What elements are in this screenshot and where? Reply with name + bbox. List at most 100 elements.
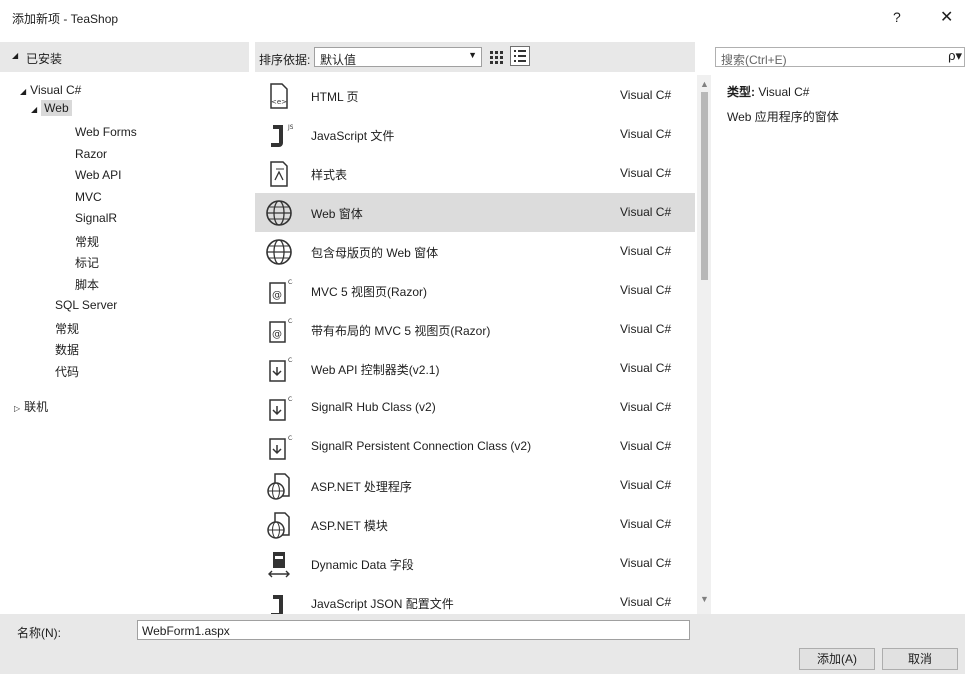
list-item[interactable]: JS JavaScript 文件 Visual C# — [255, 115, 695, 154]
expand-arrow-icon: ◢ — [31, 105, 38, 114]
tree-item-web[interactable]: ◢ Web — [31, 100, 72, 116]
scrollbar-thumb[interactable] — [701, 92, 708, 280]
item-name: Dynamic Data 字段 — [311, 558, 414, 572]
list-item[interactable]: JavaScript JSON 配置文件 Visual C# — [255, 583, 695, 614]
item-name: JavaScript 文件 — [311, 129, 395, 143]
tree-item-mvc[interactable]: MVC — [75, 190, 102, 204]
title-bar — [0, 0, 965, 36]
item-name: MVC 5 视图页(Razor) — [311, 285, 428, 299]
globe-icon — [266, 200, 292, 226]
list-item[interactable]: Dynamic Data 字段 Visual C# — [255, 544, 695, 583]
list-item[interactable]: Web 窗体 Visual C# — [255, 193, 695, 232]
type-value: Visual C# — [758, 85, 810, 99]
item-name: Web 窗体 — [311, 207, 363, 221]
template-category-tree — [0, 72, 249, 614]
item-language: Visual C# — [620, 439, 672, 453]
sort-label: 排序依据: — [259, 53, 311, 67]
type-info: 类型: Visual C# — [727, 83, 809, 100]
template-description: Web 应用程序的窗体 — [727, 110, 839, 124]
item-language: Visual C# — [620, 88, 672, 102]
javascript-file-icon: JS — [271, 124, 293, 147]
item-language: Visual C# — [620, 556, 672, 570]
list-item[interactable]: C# SignalR Hub Class (v2) Visual C# — [255, 388, 695, 427]
tree-item-general-csharp[interactable]: 常规 — [55, 320, 79, 337]
scroll-up-icon[interactable]: ▲ — [700, 79, 709, 89]
search-input[interactable]: 搜索(Ctrl+E) ρ▾ — [715, 47, 965, 67]
globe-page-icon — [267, 512, 290, 539]
collapse-arrow-icon: ▷ — [14, 404, 21, 413]
dropdown-arrow-icon: ▼ — [468, 50, 477, 60]
item-language: Visual C# — [620, 517, 672, 531]
tree-item-label: 联机 — [24, 400, 49, 414]
expand-arrow-icon: ◢ — [12, 51, 19, 60]
razor-view-icon: @ C# — [269, 318, 293, 343]
globe-page-icon — [267, 473, 290, 500]
item-language: Visual C# — [620, 244, 672, 258]
list-view-icon[interactable] — [510, 46, 530, 66]
svg-text:C#: C# — [288, 318, 293, 325]
item-name: SignalR Persistent Connection Class (v2) — [311, 439, 532, 453]
item-language: Visual C# — [620, 322, 672, 336]
tree-item-data[interactable]: 数据 — [55, 341, 79, 358]
close-button[interactable]: ✕ — [940, 7, 953, 27]
tree-item-web-forms[interactable]: Web Forms — [75, 125, 137, 139]
file-name-input[interactable]: WebForm1.aspx — [137, 620, 690, 640]
list-item[interactable]: ASP.NET 处理程序 Visual C# — [255, 466, 695, 505]
item-name: ASP.NET 模块 — [311, 519, 388, 533]
item-name: JavaScript JSON 配置文件 — [311, 597, 454, 611]
search-icon[interactable]: ρ▾ — [948, 48, 962, 64]
tree-item-general[interactable]: 常规 — [75, 233, 99, 250]
item-language: Visual C# — [620, 478, 672, 492]
add-button[interactable]: 添加(A) — [799, 648, 875, 670]
tree-item-sql-server[interactable]: SQL Server — [55, 298, 117, 312]
item-language: Visual C# — [620, 166, 672, 180]
cancel-button[interactable]: 取消 — [882, 648, 958, 670]
tree-item-visual-csharp[interactable]: ◢ Visual C# — [20, 83, 81, 97]
template-list: <e> HTML 页 Visual C# JS JavaScript 文件 Vi… — [255, 75, 695, 614]
tree-item-label: Web — [41, 100, 72, 116]
sort-dropdown[interactable]: 默认值 ▼ — [314, 47, 482, 67]
svg-text:JS: JS — [287, 124, 293, 131]
tree-item-online[interactable]: ▷ 联机 — [14, 398, 48, 415]
item-language: Visual C# — [620, 283, 672, 297]
list-item[interactable]: C# Web API 控制器类(v2.1) Visual C# — [255, 349, 695, 388]
item-language: Visual C# — [620, 595, 672, 609]
grid-view-icon[interactable] — [486, 47, 506, 67]
svg-text:<e>: <e> — [271, 98, 287, 106]
item-name: 带有布局的 MVC 5 视图页(Razor) — [311, 324, 491, 338]
list-item[interactable]: C# SignalR Persistent Connection Class (… — [255, 427, 695, 466]
scroll-down-icon[interactable]: ▼ — [700, 594, 709, 604]
item-name: ASP.NET 处理程序 — [311, 480, 412, 494]
tree-item-script[interactable]: 脚本 — [75, 276, 99, 293]
list-item[interactable]: ASP.NET 模块 Visual C# — [255, 505, 695, 544]
search-placeholder: 搜索(Ctrl+E) — [721, 53, 787, 67]
list-item[interactable]: 样式表 Visual C# — [255, 154, 695, 193]
controller-class-icon: C# — [269, 435, 293, 460]
installed-header[interactable]: ◢ 已安装 — [0, 42, 249, 72]
tree-item-signalr[interactable]: SignalR — [75, 211, 117, 225]
tree-item-razor[interactable]: Razor — [75, 147, 107, 161]
list-item[interactable]: 包含母版页的 Web 窗体 Visual C# — [255, 232, 695, 271]
item-name: 样式表 — [311, 168, 348, 182]
tree-item-web-api[interactable]: Web API — [75, 168, 121, 182]
svg-text:@: @ — [272, 329, 282, 340]
globe-icon — [266, 239, 292, 265]
json-config-icon — [271, 595, 283, 614]
installed-label: 已安装 — [26, 52, 63, 66]
tree-item-markup[interactable]: 标记 — [75, 254, 99, 271]
item-name: SignalR Hub Class (v2) — [311, 400, 436, 414]
svg-text:@: @ — [272, 290, 282, 301]
expand-arrow-icon: ◢ — [20, 87, 27, 96]
item-name: Web API 控制器类(v2.1) — [311, 363, 440, 377]
list-item[interactable]: @ C# MVC 5 视图页(Razor) Visual C# — [255, 271, 695, 310]
file-name-value: WebForm1.aspx — [142, 624, 230, 638]
item-language: Visual C# — [620, 361, 672, 375]
list-item[interactable]: <e> HTML 页 Visual C# — [255, 76, 695, 115]
svg-text:C#: C# — [288, 357, 293, 364]
razor-view-icon: @ C# — [269, 279, 293, 304]
list-item[interactable]: @ C# 带有布局的 MVC 5 视图页(Razor) Visual C# — [255, 310, 695, 349]
stylesheet-icon — [270, 161, 288, 187]
tree-item-code[interactable]: 代码 — [55, 363, 79, 380]
svg-text:C#: C# — [288, 435, 293, 442]
help-button[interactable]: ? — [893, 9, 901, 25]
